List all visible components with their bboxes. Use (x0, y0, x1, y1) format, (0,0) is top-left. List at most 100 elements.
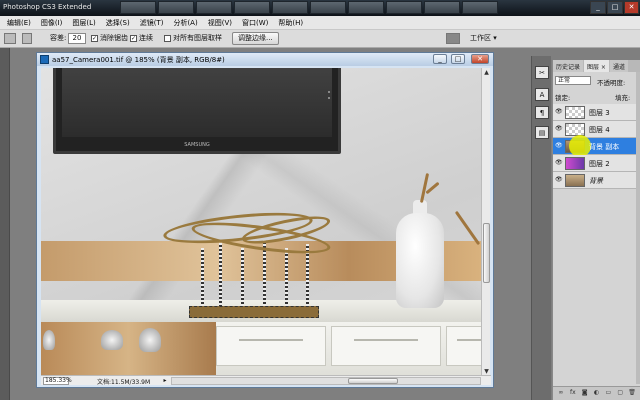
layers-panel-footer: ∞ fx ◙ ◐ ▭ ▢ 🗑 (553, 386, 640, 400)
tab-layers[interactable]: 图层 × (584, 60, 609, 72)
horizontal-scroll-thumb[interactable] (348, 378, 398, 384)
new-layer-icon[interactable]: ▢ (616, 389, 624, 397)
document-title-bar[interactable]: aa57_Camera001.tif @ 185% (背景 副本, RGB/8#… (37, 53, 493, 66)
layer-name: 背景 (589, 177, 603, 185)
taskbar-thumbnail[interactable] (386, 1, 422, 14)
document-status-bar: 185.33% 文档:11.5M/33.9M ▸ (41, 375, 491, 386)
drawer-handle (238, 339, 304, 341)
tool-presets-icon[interactable]: ✂ (535, 66, 549, 79)
menu-filter[interactable]: 滤镜(T) (135, 18, 169, 28)
layer-name: 背景 副本 (589, 143, 620, 151)
options-bar: 容差: 20 ✓ 消除锯齿 ✓ 连续 对所有图层取样 调整边缘... 工作区 ▾ (0, 30, 640, 48)
refine-edge-button[interactable]: 调整边缘... (232, 32, 279, 45)
app-title-bar: Photoshop CS3 Extended _ □ ✕ (0, 0, 640, 16)
bridge-icon[interactable] (446, 33, 460, 44)
tab-channels[interactable]: 通道 (609, 60, 628, 72)
layer-mask-icon[interactable]: ◙ (581, 389, 589, 397)
menu-layer[interactable]: 图层(L) (67, 18, 100, 28)
tolerance-input[interactable]: 20 (68, 33, 86, 44)
image-canvas[interactable]: SAMSUNG (41, 68, 481, 376)
fill-label: 填充: (615, 94, 631, 102)
tv: SAMSUNG (53, 68, 341, 154)
layer-row[interactable]: 👁 背景 (553, 172, 640, 189)
antialias-checkbox[interactable]: ✓ (91, 35, 98, 42)
menu-analysis[interactable]: 分析(A) (168, 18, 202, 28)
opacity-label: 不透明度: (597, 79, 626, 87)
zoom-field[interactable]: 185.33% (43, 377, 72, 385)
menu-view[interactable]: 视图(V) (203, 18, 237, 28)
taskbar-thumbnail[interactable] (462, 1, 498, 14)
contiguous-checkbox[interactable]: ✓ (130, 35, 137, 42)
doc-close-button[interactable]: ✕ (471, 54, 489, 64)
white-vase (396, 213, 444, 308)
menu-window[interactable]: 窗口(W) (237, 18, 273, 28)
layer-comps-icon[interactable]: ▤ (535, 126, 549, 139)
layer-row[interactable]: 👁 图层 4 (553, 121, 640, 138)
taskbar-thumbnail[interactable] (120, 1, 156, 14)
taskbar-thumbnail[interactable] (158, 1, 194, 14)
taskbar-thumbnail[interactable] (310, 1, 346, 14)
tab-history[interactable]: 历史记录 (553, 60, 584, 72)
adjustment-layer-icon[interactable]: ◐ (593, 389, 601, 397)
lock-label: 锁定: (555, 94, 571, 102)
menu-help[interactable]: 帮助(H) (273, 18, 308, 28)
sculpture-post (201, 248, 204, 306)
taskbar-thumbnail[interactable] (196, 1, 232, 14)
maximize-button[interactable]: □ (607, 1, 623, 14)
tv-indicator (328, 97, 330, 99)
decor-object (43, 330, 55, 350)
eye-icon[interactable]: 👁 (555, 109, 563, 115)
layer-thumbnail (565, 157, 585, 170)
document-title: aa57_Camera001.tif @ 185% (背景 副本, RGB/8#… (52, 56, 225, 64)
menu-select[interactable]: 选择(S) (101, 18, 135, 28)
layer-row-selected[interactable]: 👁 背景 副本 (553, 135, 640, 157)
vertical-scrollbar[interactable]: ▲ ▼ (481, 68, 490, 376)
tool-preset-icon[interactable] (4, 33, 16, 44)
taskbar-thumbnail[interactable] (272, 1, 308, 14)
eye-icon[interactable]: 👁 (555, 143, 563, 149)
panel-scrollbar[interactable] (636, 72, 640, 384)
horizontal-scrollbar[interactable] (171, 377, 481, 385)
blend-mode-select[interactable]: 正常 (555, 76, 591, 85)
sculpture-post (285, 248, 288, 306)
eye-icon[interactable]: 👁 (555, 126, 563, 132)
app-title: Photoshop CS3 Extended (3, 3, 92, 11)
status-menu-arrow[interactable]: ▸ (161, 377, 169, 385)
layer-row[interactable]: 👁 图层 3 (553, 104, 640, 121)
new-group-icon[interactable]: ▭ (604, 389, 612, 397)
taskbar-thumbnail[interactable] (234, 1, 270, 14)
sculpture-post (241, 248, 244, 306)
eye-icon[interactable]: 👁 (555, 160, 563, 166)
layer-name: 图层 2 (589, 160, 610, 168)
contiguous-label: 连续 (139, 34, 153, 42)
layer-name: 图层 4 (589, 126, 610, 134)
vertical-scroll-thumb[interactable] (483, 223, 490, 283)
taskbar-thumbnail[interactable] (424, 1, 460, 14)
sample-all-checkbox[interactable] (164, 35, 171, 42)
doc-maximize-button[interactable]: □ (451, 54, 465, 64)
doc-minimize-button[interactable]: _ (433, 54, 447, 64)
document-info[interactable]: 文档:11.5M/33.9M (97, 377, 150, 386)
layer-thumbnail (565, 174, 585, 187)
menu-image[interactable]: 图像(I) (36, 18, 68, 28)
sculpture-post (219, 243, 222, 306)
cursor-highlight (569, 135, 591, 157)
paragraph-icon[interactable]: ¶ (535, 106, 549, 119)
layer-thumbnail (565, 123, 585, 136)
minimize-button[interactable]: _ (590, 1, 606, 14)
drawer (331, 326, 441, 366)
trash-icon[interactable]: 🗑 (628, 389, 636, 397)
layer-style-icon[interactable]: fx (569, 389, 577, 397)
workspace-button[interactable]: 工作区 ▾ (470, 33, 497, 43)
panel-dock: ✂ A ¶ ▤ (531, 56, 551, 400)
link-layers-icon[interactable]: ∞ (557, 389, 565, 397)
character-icon[interactable]: A (535, 88, 549, 101)
layer-row[interactable]: 👁 图层 2 (553, 155, 640, 172)
tv-brand: SAMSUNG (184, 142, 210, 148)
close-button[interactable]: ✕ (624, 1, 639, 14)
selection-mode-icon[interactable] (22, 33, 32, 44)
scroll-up-arrow[interactable]: ▲ (482, 68, 491, 77)
menu-edit[interactable]: 编辑(E) (2, 18, 36, 28)
eye-icon[interactable]: 👁 (555, 177, 563, 183)
taskbar-thumbnail[interactable] (348, 1, 384, 14)
